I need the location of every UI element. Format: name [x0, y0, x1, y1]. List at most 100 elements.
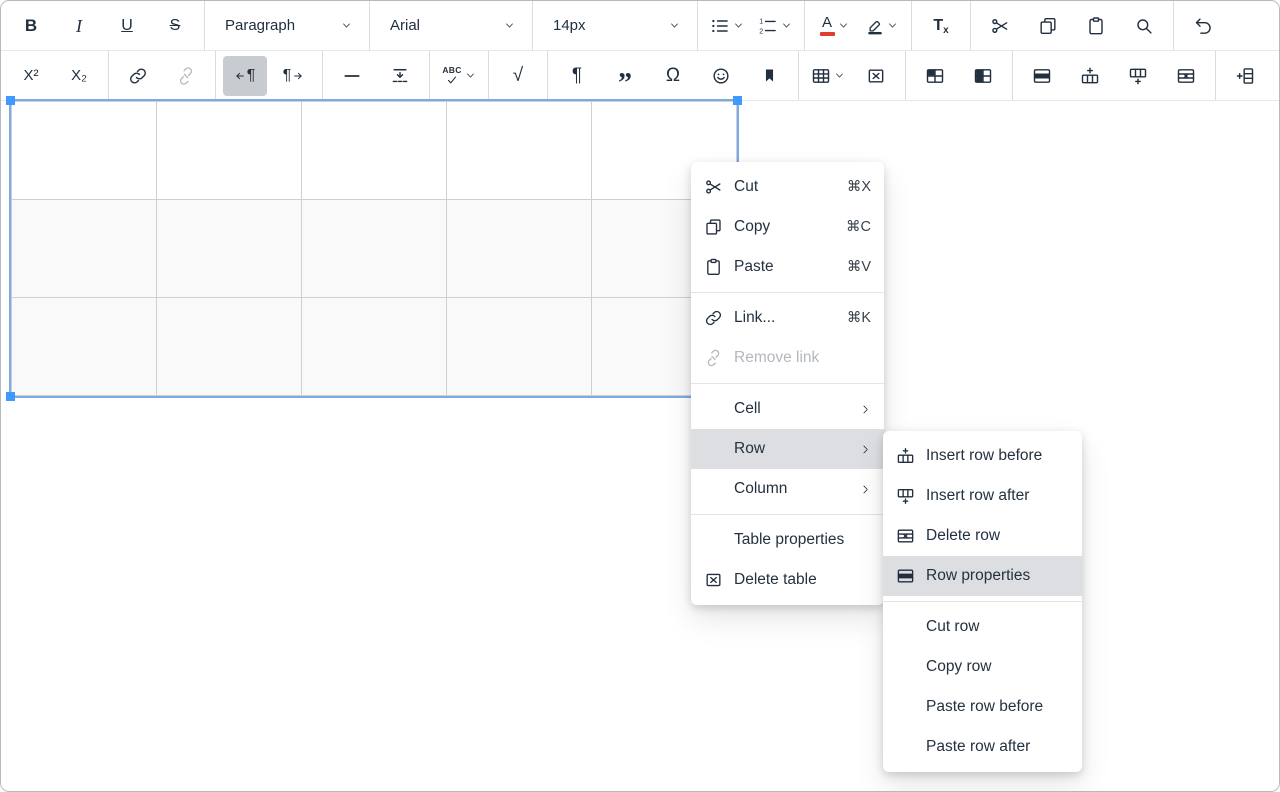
- delete-row-menu-item[interactable]: Delete row: [883, 516, 1082, 556]
- link-menu-item[interactable]: Link...⌘K: [691, 298, 884, 338]
- table-cell[interactable]: [447, 102, 592, 200]
- text-color-button[interactable]: A: [812, 6, 856, 46]
- horizontal-rule-icon: [342, 66, 362, 86]
- editor-canvas[interactable]: [1, 101, 1279, 791]
- table-resize-handle-tl[interactable]: [6, 96, 15, 105]
- search-button[interactable]: [1122, 6, 1166, 46]
- paragraph-format-select[interactable]: Paragraph: [212, 6, 362, 46]
- menu-item-label: Paste row before: [926, 698, 1043, 716]
- font-family-select[interactable]: Arial: [377, 6, 525, 46]
- rtl-icon: ¶: [283, 68, 304, 84]
- copy-menu-item[interactable]: Copy⌘C: [691, 207, 884, 247]
- insert-row-after-icon: [1128, 66, 1148, 86]
- table-cell[interactable]: [12, 200, 157, 298]
- select-value: 14px: [553, 17, 586, 34]
- insert-row-before-menu-item[interactable]: Insert row before: [883, 436, 1082, 476]
- table-cell[interactable]: [302, 102, 447, 200]
- table-resize-handle-tr[interactable]: [733, 96, 742, 105]
- highlight-color-button[interactable]: [860, 6, 904, 46]
- cell-properties-button[interactable]: [913, 56, 957, 96]
- table-cell[interactable]: [302, 298, 447, 396]
- insert-row-after-menu-item[interactable]: Insert row after: [883, 476, 1082, 516]
- insert-column-before-button[interactable]: [1223, 56, 1267, 96]
- rtl-button[interactable]: ¶: [271, 56, 315, 96]
- pilcrow-glyph: ¶: [247, 68, 256, 84]
- undo-button[interactable]: [1181, 6, 1225, 46]
- delete-table-menu-item[interactable]: Delete table: [691, 560, 884, 600]
- menu-item-label: Row: [734, 440, 765, 458]
- strikethrough-button[interactable]: S: [153, 6, 197, 46]
- menu-item-label: Paste: [734, 258, 774, 276]
- underline-button[interactable]: U: [105, 6, 149, 46]
- toolbar-separator: [369, 1, 370, 50]
- page-break-button[interactable]: [378, 56, 422, 96]
- cut-menu-item[interactable]: Cut⌘X: [691, 167, 884, 207]
- copy-button[interactable]: [1026, 6, 1070, 46]
- subscript-button[interactable]: X₂: [57, 56, 101, 96]
- row-properties-menu-item[interactable]: Row properties: [883, 556, 1082, 596]
- row-menu-item[interactable]: Row: [691, 429, 884, 469]
- chevron-right-icon: [860, 484, 871, 495]
- table-icon: [811, 66, 831, 86]
- chevron-down-icon: [733, 20, 744, 31]
- numbered-list-button[interactable]: 12: [753, 6, 797, 46]
- unlink-icon: [704, 348, 723, 368]
- special-character-button[interactable]: Ω: [651, 56, 695, 96]
- emoticon-button[interactable]: [699, 56, 743, 96]
- merge-cells-icon: [973, 66, 993, 86]
- italic-button[interactable]: I: [57, 6, 101, 46]
- insert-column-after-button[interactable]: [1271, 56, 1280, 96]
- ltr-button[interactable]: ¶: [223, 56, 267, 96]
- table-properties-menu-item[interactable]: Table properties: [691, 520, 884, 560]
- link-button[interactable]: [116, 56, 160, 96]
- table-cell[interactable]: [157, 102, 302, 200]
- clear-formatting-button[interactable]: Tx: [919, 6, 963, 46]
- table-cell[interactable]: [447, 298, 592, 396]
- toolbar-separator: [108, 51, 109, 100]
- font-size-select[interactable]: 14px: [540, 6, 690, 46]
- delete-row-icon: [1176, 66, 1196, 86]
- paste-row-after-menu-item[interactable]: Paste row after: [883, 727, 1082, 767]
- table-cell[interactable]: [12, 298, 157, 396]
- cut-row-menu-item[interactable]: Cut row: [883, 607, 1082, 647]
- spellcheck-button[interactable]: ABC: [437, 56, 481, 96]
- paragraph-mark-button[interactable]: ¶: [555, 56, 599, 96]
- insert-row-after-button[interactable]: [1116, 56, 1160, 96]
- blockquote-button[interactable]: ”: [603, 56, 647, 96]
- unlink-button: [164, 56, 208, 96]
- formula-icon: √: [513, 66, 523, 85]
- emoticon-icon: [711, 66, 731, 86]
- table-resize-handle-bl[interactable]: [6, 392, 15, 401]
- bullet-list-button[interactable]: [705, 6, 749, 46]
- chevron-right-icon: [860, 404, 871, 415]
- table-row: [12, 200, 737, 298]
- anchor-button[interactable]: [747, 56, 791, 96]
- paste-button[interactable]: [1074, 6, 1118, 46]
- delete-row-button[interactable]: [1164, 56, 1208, 96]
- table-cell[interactable]: [302, 200, 447, 298]
- formula-button[interactable]: √: [496, 56, 540, 96]
- insert-table-button[interactable]: [806, 56, 850, 96]
- merge-cells-button[interactable]: [961, 56, 1005, 96]
- table-cell[interactable]: [447, 200, 592, 298]
- page-break-icon: [390, 66, 410, 86]
- cut-button[interactable]: [978, 6, 1022, 46]
- delete-table-button[interactable]: [854, 56, 898, 96]
- row-properties-button[interactable]: [1020, 56, 1064, 96]
- horizontal-rule-button[interactable]: [330, 56, 374, 96]
- table-cell[interactable]: [157, 200, 302, 298]
- paste-menu-item[interactable]: Paste⌘V: [691, 247, 884, 287]
- menu-item-label: Link...: [734, 309, 775, 327]
- column-menu-item[interactable]: Column: [691, 469, 884, 509]
- content-table[interactable]: [11, 101, 737, 396]
- copy-row-menu-item[interactable]: Copy row: [883, 647, 1082, 687]
- insert-row-before-button[interactable]: [1068, 56, 1112, 96]
- paste-row-before-menu-item[interactable]: Paste row before: [883, 687, 1082, 727]
- cell-menu-item[interactable]: Cell: [691, 389, 884, 429]
- table-cell[interactable]: [157, 298, 302, 396]
- superscript-button[interactable]: X²: [9, 56, 53, 96]
- select-value: Arial: [390, 17, 420, 34]
- svg-text:2: 2: [759, 27, 763, 35]
- bold-button[interactable]: B: [9, 6, 53, 46]
- table-cell[interactable]: [12, 102, 157, 200]
